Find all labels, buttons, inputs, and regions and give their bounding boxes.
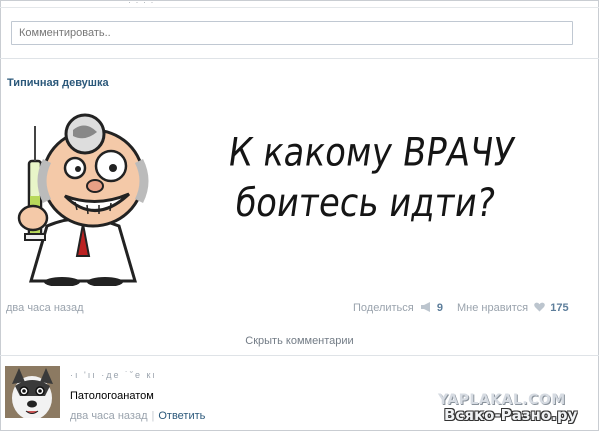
image-caption-line2: боитесь идти?: [232, 180, 499, 227]
like-button[interactable]: Мне нравится 175: [457, 302, 569, 314]
image-caption: К какому ВРАЧУ боитесь идти?: [218, 127, 518, 228]
doctor-illustration: [17, 113, 149, 286]
hide-comments-link[interactable]: Скрыть комментарии: [0, 335, 599, 347]
previous-post-edge: · · · ·: [0, 0, 599, 8]
meta-separator: |: [151, 410, 155, 422]
comment-input[interactable]: Комментировать..: [11, 21, 573, 45]
heart-icon: [534, 302, 545, 312]
reply-link[interactable]: Ответить: [158, 410, 205, 422]
avatar[interactable]: [5, 366, 60, 418]
post-image[interactable]: К какому ВРАЧУ боитесь идти?: [3, 92, 595, 292]
divider: [0, 355, 599, 356]
divider: [0, 58, 599, 59]
comment-time[interactable]: два часа назад: [70, 410, 147, 422]
share-count: 9: [436, 302, 443, 314]
comment-text: Патологоанатом: [70, 390, 154, 402]
like-label: Мне нравится: [457, 302, 529, 314]
share-button[interactable]: Поделиться 9: [353, 302, 443, 314]
previous-post-text-fragment: · · · ·: [128, 0, 155, 7]
image-caption-line1: К какому ВРАЧУ: [225, 129, 518, 176]
watermark-vsyako-razno: Всяко-Разно.ру: [444, 406, 578, 424]
post-time[interactable]: два часа назад: [6, 302, 83, 314]
post-author-link[interactable]: Типичная девушка: [7, 77, 109, 89]
comment-meta: два часа назад | Ответить: [70, 410, 205, 422]
comment-author-link[interactable]: ·ı 'ıı ·де ˙˘е кı: [70, 370, 157, 380]
megaphone-icon: [420, 302, 430, 312]
like-count: 175: [550, 302, 569, 314]
share-label: Поделиться: [353, 302, 414, 314]
